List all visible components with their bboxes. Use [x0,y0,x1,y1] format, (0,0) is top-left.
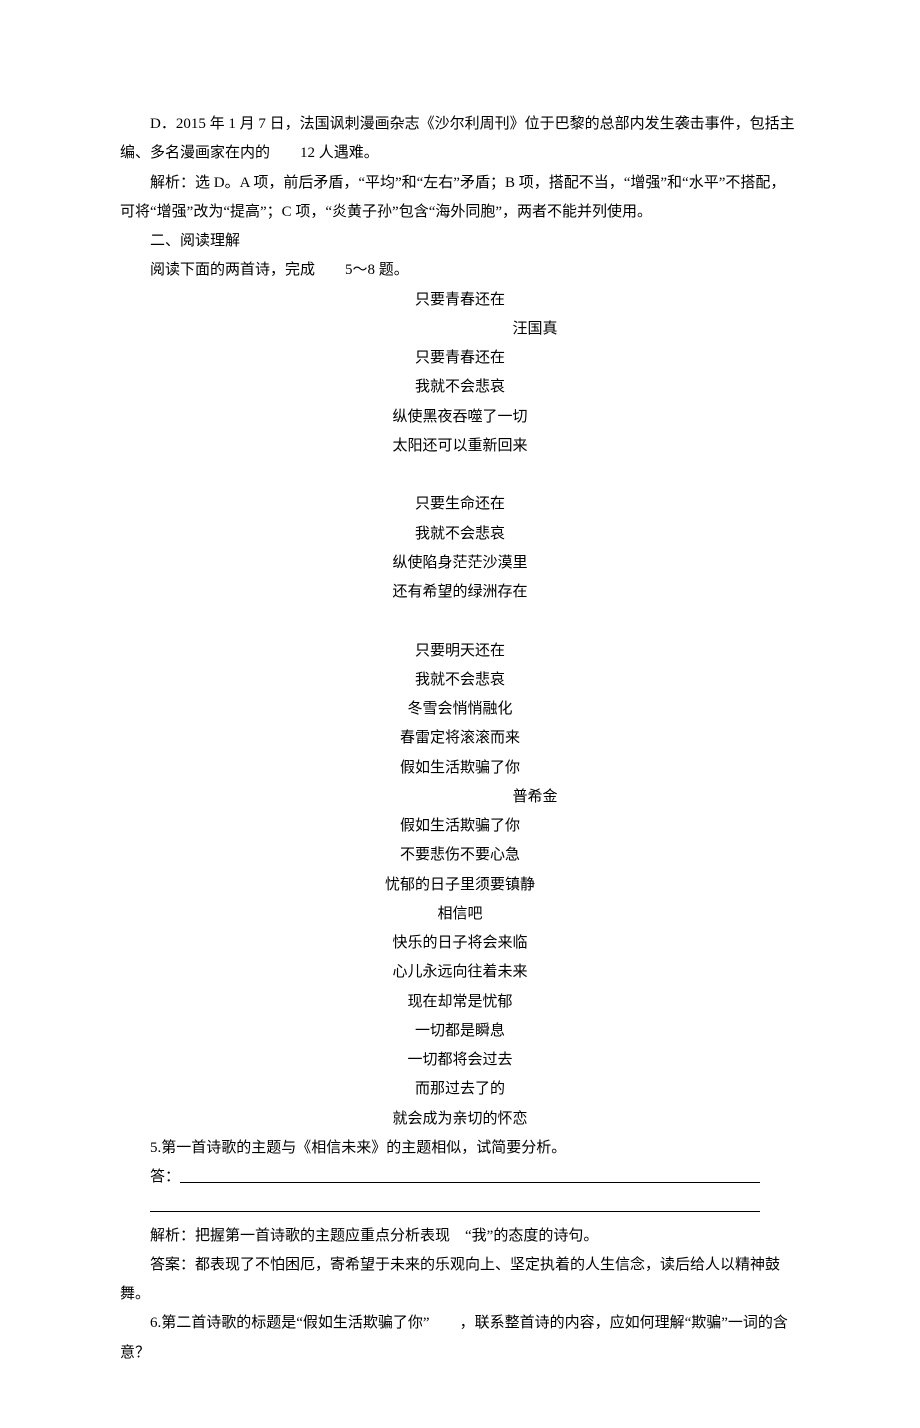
poem2-line: 假如生活欺骗了你 [120,812,800,841]
poem2-line: 快乐的日子将会来临 [120,929,800,958]
poem1-line: 冬雪会悄悄融化 [120,695,800,724]
q5-answer-label: 答： [150,1169,180,1185]
q5-question: 5.第一首诗歌的主题与《相信未来》的主题相似，试简要分析。 [120,1134,800,1163]
poem2-line: 不要悲伤不要心急 [120,841,800,870]
poem1-author: 汪国真 [120,315,800,344]
option-d-text: D．2015 年 1 月 7 日，法国讽刺漫画杂志《沙尔利周刊》位于巴黎的总部内… [120,110,800,169]
poem2-line: 而那过去了的 [120,1075,800,1104]
poem1-line: 我就不会悲哀 [120,373,800,402]
section-2-heading: 二、阅读理解 [120,227,800,256]
poem2-author: 普希金 [120,783,800,812]
answer-blank[interactable] [150,1195,760,1213]
read-instruction: 阅读下面的两首诗，完成 5～8 题。 [120,256,800,285]
q5-answer-line-1: 答： [120,1163,800,1192]
analysis-d-text: 解析：选 D。A 项，前后矛盾，“平均”和“左右”矛盾；B 项，搭配不当，“增强… [120,169,800,228]
q5-analysis: 解析：把握第一首诗歌的主题应重点分析表现 “我”的态度的诗句。 [120,1222,800,1251]
q5-answer: 答案：都表现了不怕困厄，寄希望于未来的乐观向上、坚定执着的人生信念，读后给人以精… [120,1251,800,1310]
poem1-line: 我就不会悲哀 [120,520,800,549]
poem1-line: 只要明天还在 [120,637,800,666]
poem2-line: 就会成为亲切的怀恋 [120,1105,800,1134]
poem2-line: 一切都是瞬息 [120,1017,800,1046]
poem1-line: 春雷定将滚滚而来 [120,724,800,753]
poem1-line: 只要青春还在 [120,344,800,373]
poem1-line: 纵使陷身茫茫沙漠里 [120,549,800,578]
stanza-gap [120,607,800,636]
poem1-title: 只要青春还在 [120,286,800,315]
poem1-line: 只要生命还在 [120,490,800,519]
document-page: D．2015 年 1 月 7 日，法国讽刺漫画杂志《沙尔利周刊》位于巴黎的总部内… [0,0,920,1428]
poem2-line: 相信吧 [120,900,800,929]
poem2-title: 假如生活欺骗了你 [120,754,800,783]
poem2-line: 现在却常是忧郁 [120,988,800,1017]
poem2-line: 一切都将会过去 [120,1046,800,1075]
poem1-line: 纵使黑夜吞噬了一切 [120,403,800,432]
poem1-line: 还有希望的绿洲存在 [120,578,800,607]
poem2-line: 忧郁的日子里须要镇静 [120,871,800,900]
stanza-gap [120,461,800,490]
poem1-line: 我就不会悲哀 [120,666,800,695]
poem2-line: 心儿永远向往着未来 [120,958,800,987]
poem1-line: 太阳还可以重新回来 [120,432,800,461]
q5-answer-line-2 [120,1192,800,1221]
answer-blank[interactable] [180,1166,760,1184]
q6-question: 6.第二首诗歌的标题是“假如生活欺骗了你” ，联系整首诗的内容，应如何理解“欺骗… [120,1309,800,1368]
